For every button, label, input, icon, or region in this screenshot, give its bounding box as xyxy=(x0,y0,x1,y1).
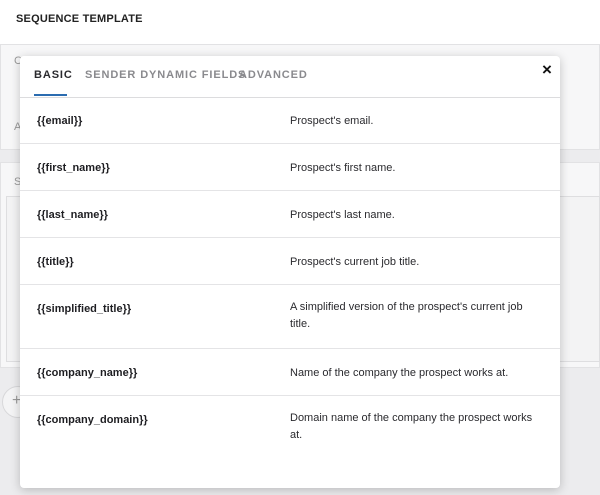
table-row: {{last_name}} Prospect's last name. xyxy=(20,191,560,238)
table-row: {{title}} Prospect's current job title. xyxy=(20,238,560,285)
dynamic-fields-modal: BASIC SENDER DYNAMIC FIELDS ADVANCED × {… xyxy=(20,56,560,488)
field-name: {{company_name}} xyxy=(37,367,138,379)
table-row: {{email}} Prospect's email. xyxy=(20,97,560,144)
tab-bar: BASIC SENDER DYNAMIC FIELDS ADVANCED × xyxy=(20,56,560,98)
field-description: Name of the company the prospect works a… xyxy=(290,367,509,379)
field-description: A simplified version of the prospect's c… xyxy=(290,301,523,330)
field-name: {{last_name}} xyxy=(37,209,108,221)
field-name: {{company_domain}} xyxy=(37,414,148,426)
table-row: {{company_name}} Name of the company the… xyxy=(20,349,560,396)
field-description: Prospect's last name. xyxy=(290,209,395,221)
tab-sender-dynamic-fields[interactable]: SENDER DYNAMIC FIELDS xyxy=(85,69,246,81)
table-row: {{first_name}} Prospect's first name. xyxy=(20,144,560,191)
field-name: {{title}} xyxy=(37,256,74,268)
field-name: {{email}} xyxy=(37,115,83,127)
field-name: {{simplified_title}} xyxy=(37,303,132,315)
close-icon[interactable]: × xyxy=(538,60,556,80)
fields-list: {{email}} Prospect's email. {{first_name… xyxy=(20,97,560,460)
page-title: SEQUENCE TEMPLATE xyxy=(16,13,143,25)
tab-basic[interactable]: BASIC xyxy=(34,69,73,81)
table-row: {{company_domain}} Domain name of the co… xyxy=(20,396,560,460)
field-description: Domain name of the company the prospect … xyxy=(290,412,533,441)
field-name: {{first_name}} xyxy=(37,162,110,174)
field-description: Prospect's email. xyxy=(290,115,374,127)
tab-advanced[interactable]: ADVANCED xyxy=(239,69,308,81)
field-description: Prospect's current job title. xyxy=(290,256,420,268)
page-header: SEQUENCE TEMPLATE xyxy=(0,0,600,45)
active-tab-indicator xyxy=(34,94,67,96)
field-description: Prospect's first name. xyxy=(290,162,396,174)
table-row: {{simplified_title}} A simplified versio… xyxy=(20,285,560,349)
